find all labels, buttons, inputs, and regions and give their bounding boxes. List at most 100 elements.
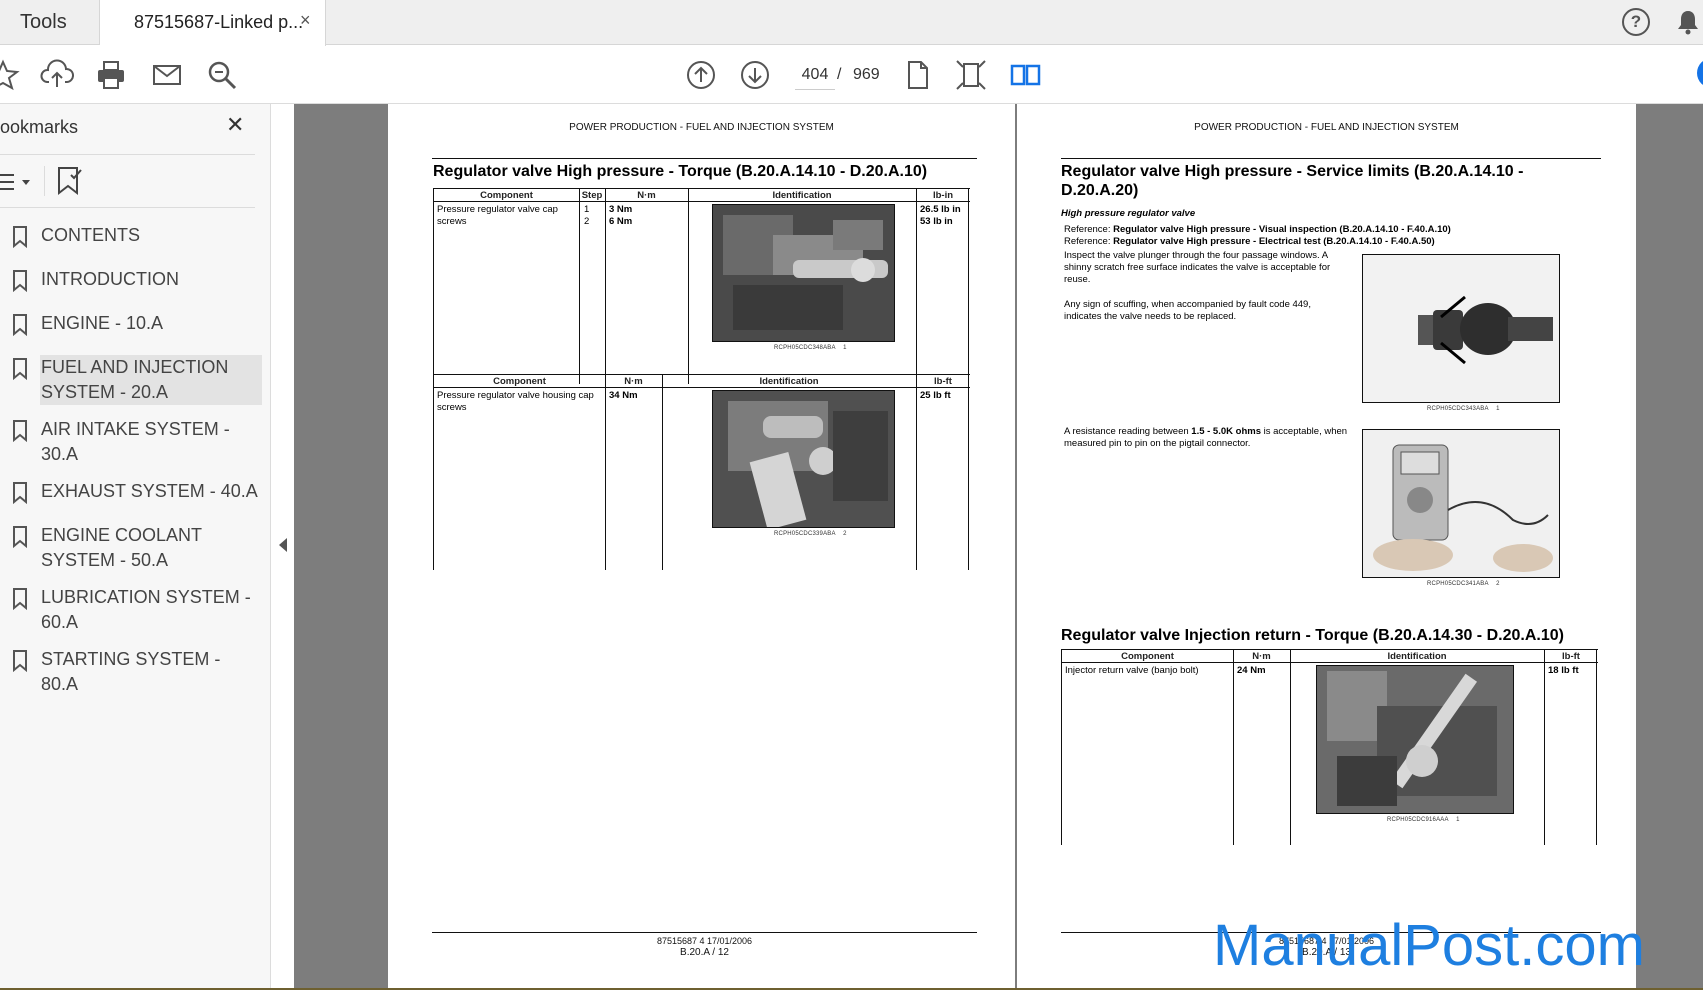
bookmark-label: AIR INTAKE SYSTEM - 30.A xyxy=(41,419,230,464)
torque-table-1: Component Step N·m Identification lb-in … xyxy=(433,188,970,384)
email-icon[interactable] xyxy=(150,58,184,92)
bookmark-item[interactable]: LUBRICATION SYSTEM - 60.A xyxy=(0,579,266,641)
component-cell: Pressure regulator valve cap screws xyxy=(437,204,558,227)
lbin-cell: 26.5 lb in xyxy=(920,204,961,215)
bookmark-icon xyxy=(0,523,40,555)
photo-caption: RCPH05CDC916AAA 1 xyxy=(1387,817,1460,823)
bookmark-label: LUBRICATION SYSTEM - 60.A xyxy=(41,587,251,632)
bookmark-item[interactable]: EXHAUST SYSTEM - 40.A xyxy=(0,473,266,517)
col-header: N·m xyxy=(605,374,662,388)
bookmark-item[interactable]: CONTENTS xyxy=(0,217,266,261)
reference-link[interactable]: Regulator valve High pressure - Visual i… xyxy=(1113,224,1451,235)
caption-code: RCPH05CDC339ABA xyxy=(774,531,836,537)
nm-cell: 6 Nm xyxy=(609,216,633,227)
bookmark-icon xyxy=(0,479,40,511)
bookmark-list: CONTENTS INTRODUCTION ENGINE - 10.A FUEL AN… xyxy=(0,217,266,703)
section-title: Regulator valve High pressure - Service … xyxy=(1061,163,1524,199)
section-title: Regulator valve High pressure - Torque (… xyxy=(433,163,928,180)
bookmark-icon xyxy=(0,355,40,387)
divider xyxy=(1544,649,1545,845)
bookmark-label: ENGINE COOLANT SYSTEM - 50.A xyxy=(41,525,202,570)
step-cell: 2 xyxy=(584,216,590,227)
paragraph-text: A resistance reading between xyxy=(1064,426,1192,437)
caption-number: 2 xyxy=(843,531,847,537)
tab-document[interactable]: 87515687-Linked p... xyxy=(100,0,326,46)
divider xyxy=(579,188,580,384)
divider xyxy=(1233,649,1234,845)
bookmark-label: INTRODUCTION xyxy=(41,269,179,289)
document-view[interactable]: POWER PRODUCTION - FUEL AND INJECTION SY… xyxy=(294,104,1703,990)
print-icon[interactable] xyxy=(94,58,128,92)
tab-document-label: 87515687-Linked p... xyxy=(134,12,304,32)
col-header: Identification xyxy=(662,374,916,388)
bookmark-label: FUEL AND INJECTION SYSTEM - 20.A xyxy=(40,355,262,405)
options-menu-icon[interactable] xyxy=(0,168,34,196)
reference-1: Reference: Regulator valve High pressure… xyxy=(1064,224,1484,236)
caption-number: 1 xyxy=(1496,406,1500,412)
banjo-bolt-photo xyxy=(1316,665,1514,814)
page-left: POWER PRODUCTION - FUEL AND INJECTION SY… xyxy=(388,104,1015,990)
col-header: lb-in xyxy=(916,188,970,202)
bookmark-icon xyxy=(0,647,40,679)
col-header: lb-ft xyxy=(916,374,970,388)
bell-icon[interactable] xyxy=(1676,8,1700,36)
divider xyxy=(605,188,606,384)
caption-code: RCPH05CDC341ABA xyxy=(1427,581,1489,587)
zoom-icon[interactable] xyxy=(205,58,239,92)
valve-plunger-photo xyxy=(1362,254,1560,403)
torque-table-3: Component N·m Identification lb-ft Injec… xyxy=(1061,649,1598,845)
tab-tools[interactable]: Tools xyxy=(0,0,100,45)
fit-icon[interactable] xyxy=(954,58,988,92)
two-page-icon[interactable] xyxy=(1008,58,1042,92)
title-rule xyxy=(432,158,977,159)
star-icon[interactable] xyxy=(0,58,20,92)
col-header: Identification xyxy=(688,188,916,202)
close-panel-icon[interactable]: ✕ xyxy=(226,112,244,138)
col-header: Component xyxy=(434,188,579,202)
bookmark-item[interactable]: ENGINE - 10.A xyxy=(0,305,266,349)
bookmark-item[interactable]: INTRODUCTION xyxy=(0,261,266,305)
add-bookmark-icon[interactable] xyxy=(56,165,82,197)
page-separator: / xyxy=(837,66,842,83)
col-header: Step xyxy=(579,188,605,202)
step-cell: 1 xyxy=(584,204,590,215)
close-tab-icon[interactable]: × xyxy=(300,10,311,31)
col-header: Component xyxy=(434,374,605,388)
component-cell: Injector return valve (banjo bolt) xyxy=(1065,665,1199,676)
divider xyxy=(916,188,917,384)
divider xyxy=(0,154,255,155)
watermark: ManualPost.com xyxy=(1213,913,1645,978)
bookmark-label: EXHAUST SYSTEM - 40.A xyxy=(41,481,258,501)
bookmark-icon xyxy=(0,417,40,449)
collapse-panel-icon[interactable] xyxy=(279,538,287,552)
upload-icon[interactable] xyxy=(40,58,74,92)
bookmark-item[interactable]: FUEL AND INJECTION SYSTEM - 20.A xyxy=(0,349,266,411)
bookmark-label: STARTING SYSTEM - 80.A xyxy=(41,649,221,694)
page-up-icon[interactable] xyxy=(684,58,718,92)
single-page-icon[interactable] xyxy=(900,58,934,92)
divider xyxy=(688,188,689,384)
reference-2: Reference: Regulator valve High pressure… xyxy=(1064,236,1484,248)
lbin-cell: 53 lb in xyxy=(920,216,953,227)
footer-page-id: B.20.A / 12 xyxy=(680,947,729,958)
account-avatar[interactable] xyxy=(1697,58,1703,88)
divider xyxy=(605,374,606,570)
divider xyxy=(1290,649,1291,845)
divider xyxy=(662,374,663,570)
bookmark-item[interactable]: STARTING SYSTEM - 80.A xyxy=(0,641,266,703)
reference-link[interactable]: Regulator valve High pressure - Electric… xyxy=(1113,236,1435,247)
photo-caption: RCPH05CDC341ABA 2 xyxy=(1427,581,1500,587)
help-icon[interactable]: ? xyxy=(1622,8,1650,36)
caption-number: 2 xyxy=(1496,581,1500,587)
page-number-input[interactable]: 404 xyxy=(795,60,835,90)
regulator-housing-photo xyxy=(712,390,895,528)
bookmark-item[interactable]: AIR INTAKE SYSTEM - 30.A xyxy=(0,411,266,473)
bookmark-item[interactable]: ENGINE COOLANT SYSTEM - 50.A xyxy=(0,517,266,579)
footer-line: 87515687 4 17/01/2006 xyxy=(656,936,753,946)
page-total: 969 xyxy=(853,66,880,83)
page-down-icon[interactable] xyxy=(738,58,772,92)
title-rule xyxy=(1061,158,1601,159)
photo-caption: RCPH05CDC348ABA 1 xyxy=(774,345,847,351)
lbft-cell: 18 lb ft xyxy=(1548,665,1579,676)
multimeter-photo xyxy=(1362,429,1560,578)
